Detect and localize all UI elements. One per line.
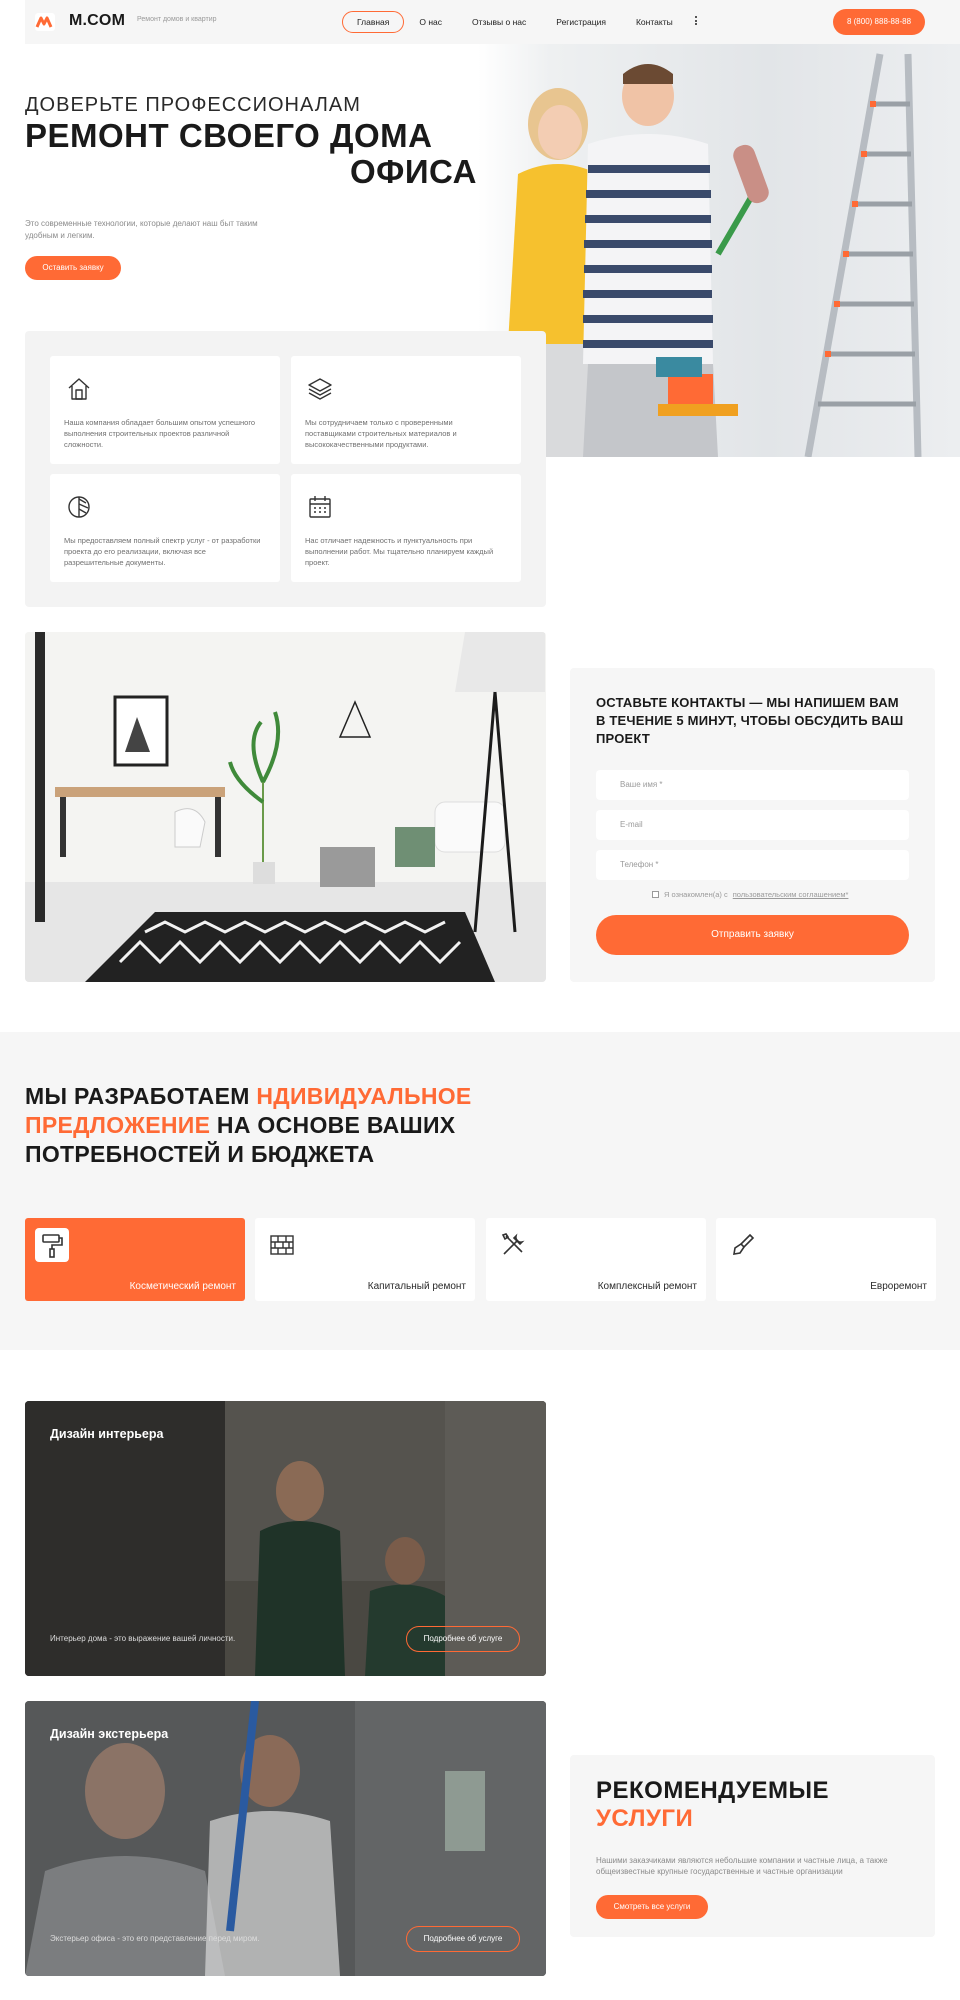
recommended-title: РЕКОМЕНДУЕМЫЕ УСЛУГИ — [596, 1777, 829, 1833]
email-field[interactable]: E-mail — [596, 810, 909, 840]
submit-button[interactable]: Отправить заявку — [596, 915, 909, 955]
layers-icon — [307, 376, 333, 402]
interior-photo — [25, 632, 546, 982]
logo-text[interactable]: M.COM — [69, 12, 125, 30]
recommended-description: Нашими заказчиками являются небольшие ко… — [596, 1856, 888, 1876]
phone-field[interactable]: Телефон * — [596, 850, 909, 880]
recommended-title-line1: РЕКОМЕНДУЕМЫЕ — [596, 1777, 829, 1804]
paint-brush-icon — [726, 1228, 760, 1262]
features-panel: Наша компания обладает большим опытом ус… — [25, 331, 546, 607]
design-card-desc: Экстерьер офиса - это его представление … — [50, 1934, 260, 1943]
service-tab-cosmetic[interactable]: Косметический ремонт — [25, 1218, 245, 1301]
feature-card: Мы предоставляем полный спектр услуг - о… — [50, 474, 280, 582]
feature-text: Мы сотрудничаем только с проверенными по… — [305, 418, 457, 449]
design-card-interior: Дизайн интерьера Интерьер дома - это выр… — [25, 1401, 546, 1676]
contact-form-card: ОСТАВЬТЕ КОНТАКТЫ — МЫ НАПИШЕМ ВАМ В ТЕЧ… — [570, 668, 935, 982]
calendar-icon — [307, 494, 333, 520]
service-details-button[interactable]: Подробнее об услуге — [406, 1926, 520, 1952]
feature-card: Наша компания обладает большим опытом ус… — [50, 356, 280, 464]
offer-title-part: МЫ РАЗРАБОТАЕМ — [25, 1083, 257, 1109]
recommended-title-accent: УСЛУГИ — [596, 1805, 694, 1832]
service-label: Комплексный ремонт — [597, 1281, 697, 1292]
service-label: Косметический ремонт — [129, 1281, 236, 1292]
service-tab-euro[interactable]: Евроремонт — [716, 1218, 936, 1301]
nav-item-home[interactable]: Главная — [342, 11, 405, 33]
main-nav: Главная О нас Отзывы о нас Регистрация К… — [342, 11, 688, 33]
more-menu-icon[interactable] — [695, 16, 697, 25]
paint-roller-icon — [35, 1228, 69, 1262]
recommended-card: РЕКОМЕНДУЕМЫЕ УСЛУГИ Нашими заказчиками … — [570, 1755, 935, 1937]
logo-tagline: Ремонт домов и квартир — [137, 16, 217, 23]
offer-title-part: ПОТРЕБНОСТЕЙ И БЮДЖЕТА — [25, 1141, 375, 1167]
name-field[interactable]: Ваше имя * — [596, 770, 909, 800]
brick-wall-icon — [265, 1228, 299, 1262]
offer-title-accent: НДИВИДУАЛЬНОЕ — [256, 1083, 472, 1109]
hero-cta-button[interactable]: Оставить заявку — [25, 256, 121, 280]
feature-text: Мы предоставляем полный спектр услуг - о… — [64, 536, 261, 567]
service-tab-complex[interactable]: Комплексный ремонт — [486, 1218, 706, 1301]
hero-title-line1: РЕМОНТ СВОЕГО ДОМА — [25, 117, 433, 154]
service-label: Евроремонт — [870, 1281, 927, 1292]
house-icon — [66, 376, 92, 402]
service-details-button[interactable]: Подробнее об услуге — [406, 1626, 520, 1652]
service-label: Капитальный ремонт — [367, 1281, 466, 1292]
hero-photo — [478, 44, 960, 457]
design-card-title: Дизайн интерьера — [50, 1427, 164, 1441]
offer-title-part: НА ОСНОВЕ ВАШИХ — [210, 1112, 456, 1138]
nav-item-contacts[interactable]: Контакты — [621, 11, 688, 33]
feature-text: Нас отличает надежность и пунктуальность… — [305, 536, 494, 567]
feature-card: Нас отличает надежность и пунктуальность… — [291, 474, 521, 582]
nav-item-about[interactable]: О нас — [404, 11, 457, 33]
design-card-desc: Интерьер дома - это выражение вашей личн… — [50, 1634, 236, 1643]
design-card-exterior: Дизайн экстерьера Экстерьер офиса - это … — [25, 1701, 546, 1976]
offer-title-accent: ПРЕДЛОЖЕНИЕ — [25, 1112, 211, 1138]
hero-title-line2: ОФИСА — [350, 153, 477, 190]
agreement-row: Я ознакомлен(а) с пользовательским согла… — [652, 890, 848, 899]
view-all-services-button[interactable]: Смотреть все услуги — [596, 1895, 708, 1919]
design-card-title: Дизайн экстерьера — [50, 1727, 169, 1741]
agreement-checkbox[interactable] — [652, 891, 659, 898]
service-tab-capital[interactable]: Капитальный ремонт — [255, 1218, 475, 1301]
contact-title: ОСТАВЬТЕ КОНТАКТЫ — МЫ НАПИШЕМ ВАМ В ТЕЧ… — [596, 695, 904, 746]
header-bar: M.COM Ремонт домов и квартир Главная О н… — [25, 0, 960, 44]
agreement-text: Я ознакомлен(а) с — [664, 890, 728, 899]
agreement-link[interactable]: пользовательским соглашением* — [733, 890, 849, 899]
logo-icon[interactable] — [35, 13, 55, 31]
feature-text: Наша компания обладает большим опытом ус… — [64, 418, 256, 449]
nav-item-reviews[interactable]: Отзывы о нас — [457, 11, 541, 33]
hero-description: Это современные технологии, которые дела… — [25, 219, 258, 240]
offer-section — [0, 1032, 960, 1350]
nav-item-registration[interactable]: Регистрация — [541, 11, 621, 33]
offer-title: МЫ РАЗРАБОТАЕМ НДИВИДУАЛЬНОЕ ПРЕДЛОЖЕНИЕ… — [25, 1082, 585, 1169]
hero-kicker: ДОВЕРЬТЕ ПРОФЕССИОНАЛАМ — [25, 94, 361, 116]
phone-button[interactable]: 8 (800) 888-88-88 — [833, 9, 925, 35]
feature-card: Мы сотрудничаем только с проверенными по… — [291, 356, 521, 464]
tools-icon — [496, 1228, 530, 1262]
compass-icon — [66, 494, 92, 520]
